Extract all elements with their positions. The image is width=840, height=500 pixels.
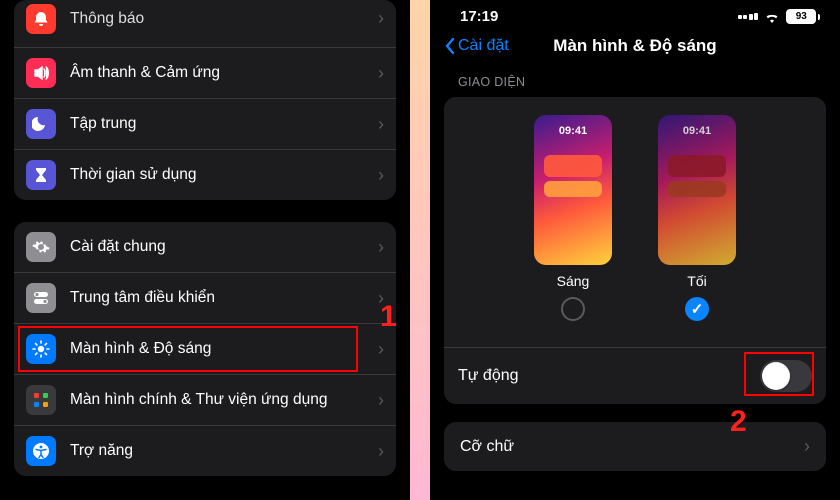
grid-icon: [26, 385, 56, 415]
callout-1: 1: [380, 300, 397, 334]
signal-icon: [738, 13, 759, 20]
chevron-right-icon: ›: [378, 390, 384, 411]
text-size-label: Cỡ chữ: [460, 438, 514, 456]
row-label: Trợ năng: [70, 441, 378, 460]
bell-icon: [26, 4, 56, 34]
row-label: Âm thanh & Cảm ứng: [70, 63, 378, 82]
automatic-row: Tự động: [444, 348, 826, 404]
dark-thumbnail: 09:41: [658, 115, 736, 265]
settings-row-grid[interactable]: Màn hình chính & Thư viện ứng dụng›: [14, 375, 396, 426]
light-thumbnail: 09:41: [534, 115, 612, 265]
settings-group-general: Cài đặt chung›Trung tâm điều khiển›Màn h…: [14, 222, 396, 476]
moon-icon: [26, 109, 56, 139]
dark-label: Tối: [687, 273, 706, 289]
automatic-label: Tự động: [458, 367, 519, 385]
brightness-icon: [26, 334, 56, 364]
settings-row-switches[interactable]: Trung tâm điều khiển›: [14, 273, 396, 324]
section-header-appearance: GIAO DIỆN: [458, 75, 812, 89]
chevron-right-icon: ›: [378, 441, 384, 462]
status-time: 17:19: [460, 8, 498, 25]
row-label: Cài đặt chung: [70, 237, 378, 256]
settings-row-bell[interactable]: Thông báo›: [14, 0, 396, 48]
settings-row-speaker[interactable]: Âm thanh & Cảm ứng›: [14, 48, 396, 99]
light-label: Sáng: [557, 273, 590, 289]
chevron-right-icon: ›: [378, 339, 384, 360]
appearance-mode-dark[interactable]: 09:41 Tối: [658, 115, 736, 321]
row-label: Màn hình chính & Thư viện ứng dụng: [70, 390, 378, 409]
settings-row-brightness[interactable]: Màn hình & Độ sáng›: [14, 324, 396, 375]
toggle-knob: [762, 362, 790, 390]
settings-group-notifications: Thông báo›Âm thanh & Cảm ứng›Tập trung›T…: [14, 0, 396, 200]
access-icon: [26, 436, 56, 466]
light-radio[interactable]: [561, 297, 585, 321]
speaker-icon: [26, 58, 56, 88]
callout-2: 2: [730, 405, 747, 439]
page-title: Màn hình & Độ sáng: [553, 36, 716, 56]
appearance-mode-light[interactable]: 09:41 Sáng: [534, 115, 612, 321]
row-label: Tập trung: [70, 114, 378, 133]
hourglass-icon: [26, 160, 56, 190]
settings-row-moon[interactable]: Tập trung›: [14, 99, 396, 150]
chevron-right-icon: ›: [378, 8, 384, 29]
dark-radio[interactable]: [685, 297, 709, 321]
wifi-icon: [764, 11, 780, 23]
row-label: Trung tâm điều khiển: [70, 288, 378, 307]
appearance-card: 09:41 Sáng 09:41 Tối Tự động: [444, 97, 826, 404]
row-label: Thời gian sử dụng: [70, 165, 378, 184]
switches-icon: [26, 283, 56, 313]
gear-icon: [26, 232, 56, 262]
row-label: Thông báo: [70, 9, 378, 28]
row-label: Màn hình & Độ sáng: [70, 339, 378, 358]
settings-list-screen: Thông báo›Âm thanh & Cảm ứng›Tập trung›T…: [0, 0, 410, 500]
text-size-card: Cỡ chữ ›: [444, 422, 826, 471]
chevron-left-icon: [444, 37, 456, 55]
chevron-right-icon: ›: [378, 237, 384, 258]
chevron-right-icon: ›: [804, 436, 810, 457]
chevron-right-icon: ›: [378, 114, 384, 135]
navbar: Cài đặt Màn hình & Độ sáng: [430, 29, 840, 75]
display-brightness-screen: 17:19 93 Cài đặt Màn hình & Độ sáng GIAO…: [430, 0, 840, 500]
back-label: Cài đặt: [458, 37, 509, 55]
back-button[interactable]: Cài đặt: [444, 37, 509, 55]
automatic-toggle[interactable]: [760, 360, 812, 392]
settings-row-access[interactable]: Trợ năng›: [14, 426, 396, 476]
battery-icon: 93: [786, 9, 820, 24]
settings-row-gear[interactable]: Cài đặt chung›: [14, 222, 396, 273]
text-size-row[interactable]: Cỡ chữ ›: [444, 422, 826, 471]
chevron-right-icon: ›: [378, 63, 384, 84]
settings-row-hourglass[interactable]: Thời gian sử dụng›: [14, 150, 396, 200]
chevron-right-icon: ›: [378, 165, 384, 186]
status-bar: 17:19 93: [430, 0, 840, 29]
